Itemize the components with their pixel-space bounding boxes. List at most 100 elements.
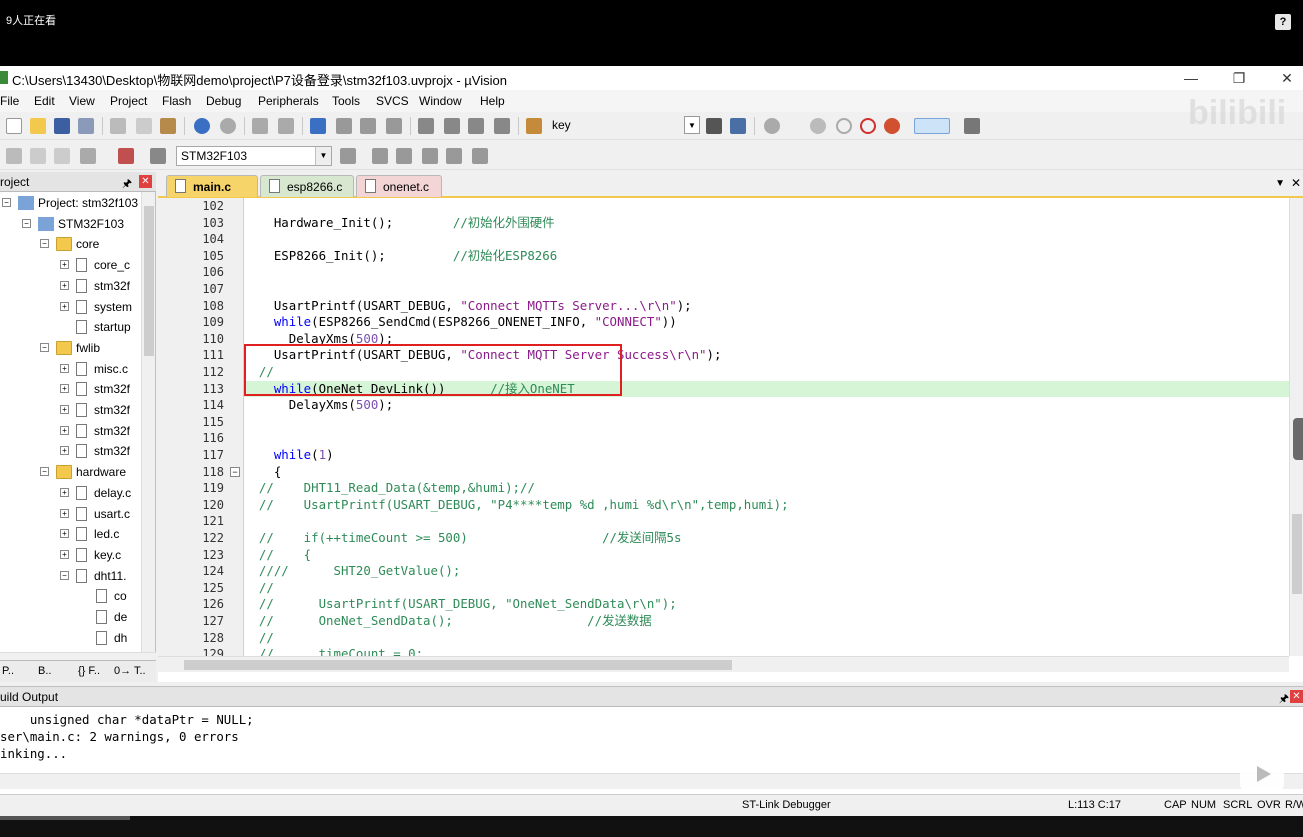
- tab-functions[interactable]: {} F..: [78, 665, 100, 677]
- code-line[interactable]: while(1): [244, 447, 1289, 464]
- code-line[interactable]: while(OneNet_DevLink()) //接入OneNET: [244, 380, 1289, 398]
- expand-icon[interactable]: +: [60, 487, 69, 497]
- code-line[interactable]: // if(++timeCount >= 500) //发送间隔5s: [244, 530, 1289, 547]
- chevron-down-icon[interactable]: ▼: [1275, 178, 1285, 189]
- code-line[interactable]: //: [244, 364, 1289, 381]
- tab-project[interactable]: P..: [2, 665, 14, 677]
- find-in-files-icon[interactable]: [526, 118, 542, 134]
- video-progress-bar[interactable]: [0, 816, 130, 820]
- breakpoint-clear-icon[interactable]: [860, 118, 876, 134]
- project-vertical-scrollbar[interactable]: [141, 192, 155, 652]
- indent-icon[interactable]: [418, 118, 434, 134]
- build-output-scrollbar[interactable]: [0, 773, 1303, 789]
- expand-icon[interactable]: +: [60, 384, 69, 394]
- code-line[interactable]: // {: [244, 547, 1289, 564]
- pin-icon[interactable]: 🖈: [1279, 690, 1289, 709]
- restore-button[interactable]: ❐: [1216, 68, 1262, 88]
- menu-flash[interactable]: Flash: [162, 94, 191, 108]
- tab-onenet-c[interactable]: onenet.c: [356, 175, 442, 197]
- scrollbar-thumb[interactable]: [1292, 514, 1302, 594]
- scrollbar-thumb[interactable]: [144, 206, 154, 356]
- close-icon[interactable]: ✕: [139, 175, 152, 188]
- tab-esp8266-c[interactable]: esp8266.c: [260, 175, 354, 197]
- code-line[interactable]: [244, 231, 1289, 248]
- menu-file[interactable]: File: [0, 94, 19, 108]
- cut-icon[interactable]: [110, 118, 126, 134]
- expand-icon[interactable]: +: [60, 508, 69, 518]
- breakpoint-disable-icon[interactable]: [836, 118, 852, 134]
- menu-help[interactable]: Help: [480, 94, 505, 108]
- code-line[interactable]: // UsartPrintf(USART_DEBUG, "OneNet_Send…: [244, 596, 1289, 613]
- collapse-icon[interactable]: −: [40, 342, 49, 352]
- collapse-icon[interactable]: −: [60, 570, 69, 580]
- target-options-icon[interactable]: [340, 148, 356, 164]
- expand-icon[interactable]: +: [60, 425, 69, 435]
- code-line[interactable]: //// SHT20_GetValue();: [244, 563, 1289, 580]
- select-packs-icon[interactable]: [422, 148, 438, 164]
- tab-templates[interactable]: 0→ T..: [114, 665, 146, 677]
- menu-tools[interactable]: Tools: [332, 94, 360, 108]
- code-line[interactable]: // timeCount = 0;: [244, 646, 1289, 656]
- pin-icon[interactable]: 🖈: [122, 175, 132, 194]
- scrollbar-thumb[interactable]: [184, 660, 732, 670]
- minimize-button[interactable]: —: [1168, 68, 1214, 88]
- open-file-icon[interactable]: [30, 118, 46, 134]
- code-line[interactable]: UsartPrintf(USART_DEBUG, "Connect MQTTs …: [244, 298, 1289, 315]
- code-line[interactable]: //: [244, 630, 1289, 647]
- code-line[interactable]: // DHT11_Read_Data(&temp,&humi);//: [244, 480, 1289, 497]
- code-line[interactable]: // UsartPrintf(USART_DEBUG, "P4****temp …: [244, 497, 1289, 514]
- save-all-icon[interactable]: [78, 118, 94, 134]
- code-line[interactable]: while(ESP8266_SendCmd(ESP8266_ONENET_INF…: [244, 314, 1289, 331]
- code-line[interactable]: // OneNet_SendData(); //发送数据: [244, 613, 1289, 630]
- file-extensions-icon[interactable]: [396, 148, 412, 164]
- copy-icon[interactable]: [136, 118, 152, 134]
- menu-svcs[interactable]: SVCS: [376, 94, 409, 108]
- expand-icon[interactable]: +: [60, 549, 69, 559]
- code-line[interactable]: ESP8266_Init(); //初始化ESP8266: [244, 248, 1289, 265]
- chevron-down-icon[interactable]: ▼: [684, 116, 700, 134]
- rebuild-icon[interactable]: [54, 148, 70, 164]
- editor-horizontal-scrollbar[interactable]: [158, 656, 1289, 672]
- expand-icon[interactable]: +: [60, 301, 69, 311]
- target-select[interactable]: STM32F103 ▼: [176, 146, 332, 166]
- nav-forward-icon[interactable]: [278, 118, 294, 134]
- find-combo[interactable]: key ▼: [548, 116, 700, 136]
- code-line[interactable]: Hardware_Init(); //初始化外围硬件: [244, 215, 1289, 232]
- play-button[interactable]: [1240, 756, 1284, 792]
- tab-main-c[interactable]: main.c: [166, 175, 258, 197]
- prev-bookmark-icon[interactable]: [336, 118, 352, 134]
- fold-toggle-icon[interactable]: −: [230, 466, 240, 477]
- code-line[interactable]: DelayXms(500);: [244, 397, 1289, 414]
- code-area[interactable]: Hardware_Init(); //初始化外围硬件 ESP8266_Init(…: [244, 198, 1289, 656]
- bookmark-icon[interactable]: [310, 118, 326, 134]
- manage-components-icon[interactable]: [372, 148, 388, 164]
- breakpoint-icon[interactable]: [810, 118, 826, 134]
- new-file-icon[interactable]: [6, 118, 22, 134]
- code-line[interactable]: {: [244, 464, 1289, 481]
- code-line[interactable]: //: [244, 580, 1289, 597]
- menu-edit[interactable]: Edit: [34, 94, 55, 108]
- batch-build-icon[interactable]: [80, 148, 96, 164]
- collapse-icon[interactable]: −: [40, 239, 49, 249]
- code-line[interactable]: [244, 264, 1289, 281]
- code-line[interactable]: [244, 414, 1289, 431]
- incremental-find-icon[interactable]: [730, 118, 746, 134]
- tab-books[interactable]: B..: [38, 665, 51, 677]
- collapse-icon[interactable]: −: [40, 467, 49, 477]
- close-window-button[interactable]: ✕: [1264, 68, 1303, 88]
- code-line[interactable]: [244, 198, 1289, 215]
- menu-view[interactable]: View: [69, 94, 95, 108]
- unindent-icon[interactable]: [444, 118, 460, 134]
- expand-icon[interactable]: +: [60, 529, 69, 539]
- code-line[interactable]: UsartPrintf(USART_DEBUG, "Connect MQTT S…: [244, 347, 1289, 364]
- uncomment-icon[interactable]: [494, 118, 510, 134]
- menu-debug[interactable]: Debug: [206, 94, 241, 108]
- collapse-icon[interactable]: −: [2, 198, 11, 207]
- paste-icon[interactable]: [160, 118, 176, 134]
- find-icon[interactable]: [706, 118, 722, 134]
- kill-breakpoints-icon[interactable]: [884, 118, 900, 134]
- code-line[interactable]: [244, 513, 1289, 530]
- expand-icon[interactable]: +: [60, 363, 69, 373]
- expand-icon[interactable]: +: [60, 280, 69, 290]
- translate-icon[interactable]: [6, 148, 22, 164]
